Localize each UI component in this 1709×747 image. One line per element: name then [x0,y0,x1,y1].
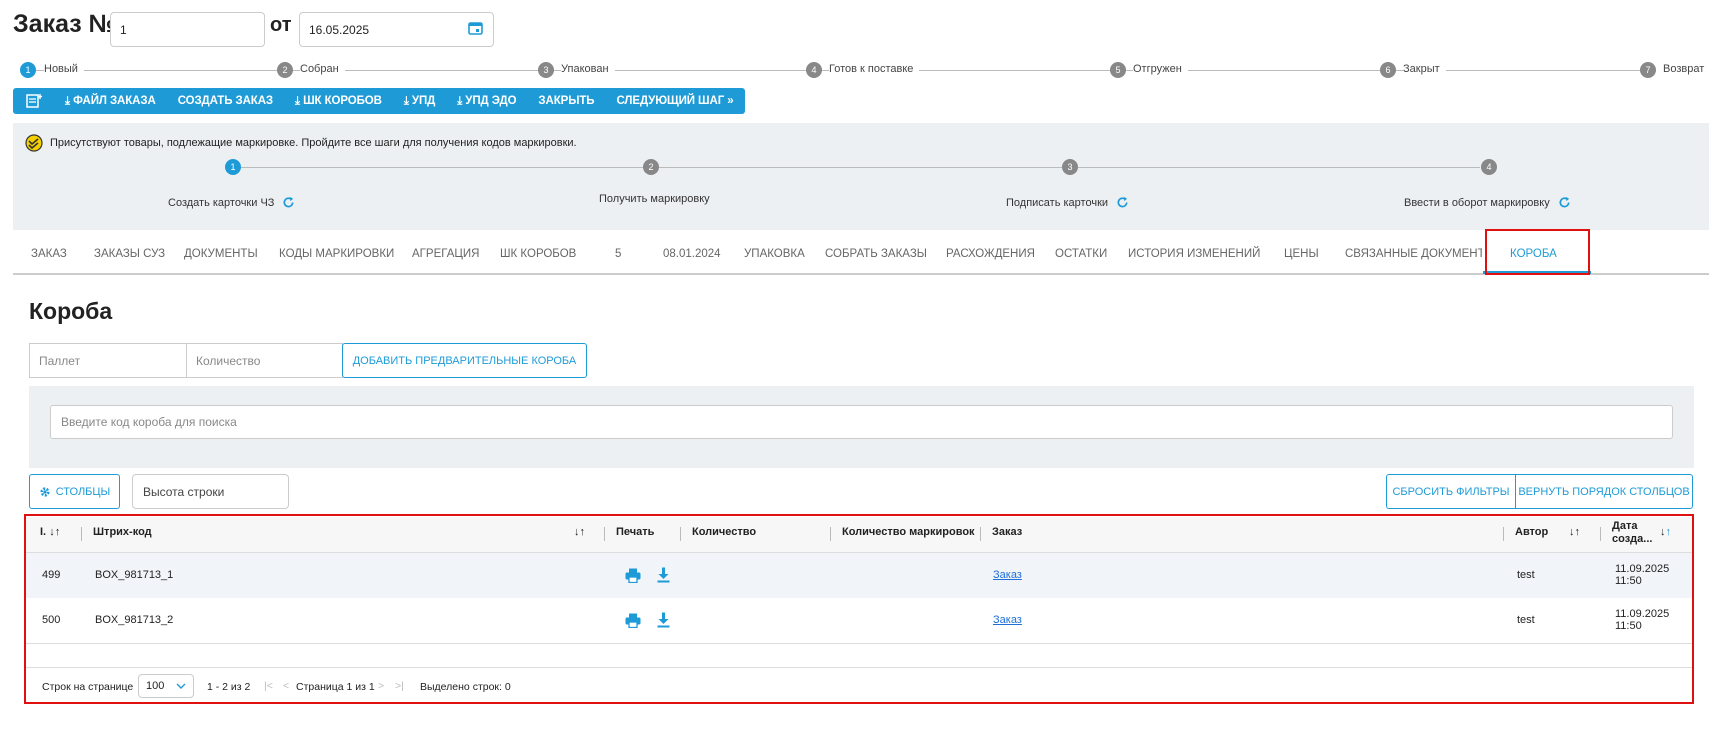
pallet-input[interactable]: Паллет [29,343,187,378]
add-preliminary-boxes-label: ДОБАВИТЬ ПРЕДВАРИТЕЛЬНЫЕ КОРОБА [352,354,577,367]
refresh-icon[interactable] [1116,196,1129,209]
reset-filters-label: СБРОСИТЬ ФИЛЬТРЫ [1392,485,1510,498]
gear-icon [40,486,50,497]
tab-prices[interactable]: ЦЕНЫ [1284,248,1319,260]
double-chevron-right-icon: » [724,95,734,107]
file-order-button[interactable]: ⤓ ФАЙЛ ЗАКАЗА [54,95,167,108]
order-number-field[interactable]: 1 [110,12,265,47]
tab-history[interactable]: ИСТОРИЯ ИЗМЕНЕНИЙ [1128,248,1260,260]
tab-related-docs[interactable]: СВЯЗАННЫЕ ДОКУМЕНТЫ [1345,248,1482,260]
tab-collect-orders[interactable]: СОБРАТЬ ЗАКАЗЫ [825,248,927,260]
tab-date[interactable]: 08.01.2024 [663,248,721,260]
marking-step-label: Подписать карточки [1006,196,1109,209]
status-step-ready: Готов к поставке [829,63,920,75]
next-step-label: СЛЕДУЮЩИЙ ШАГ [616,95,725,107]
marking-step-get-marks[interactable]: Получить маркировку [599,189,710,207]
status-step-closed: Закрыт [1403,63,1446,75]
restore-columns-label: ВЕРНУТЬ ПОРЯДОК СТОЛБЦОВ [1518,485,1690,498]
tab-suz-orders[interactable]: ЗАКАЗЫ СУЗ [94,248,165,260]
add-preliminary-boxes-button[interactable]: ДОБАВИТЬ ПРЕДВАРИТЕЛЬНЫЕ КОРОБА [342,343,587,378]
section-title: Короба [29,298,113,324]
download-icon: ⤓ [403,94,412,107]
page-title: Заказ № [13,10,117,38]
close-order-label: ЗАКРЫТЬ [538,95,595,107]
box-barcodes-button[interactable]: ⤓ ШК КОРОБОВ [284,95,393,108]
refresh-icon[interactable] [1558,196,1571,209]
order-date-value: 16.05.2025 [309,22,370,37]
tab-stock[interactable]: ОСТАТКИ [1055,248,1107,260]
status-step-new: Новый [44,63,84,75]
search-placeholder: Введите код короба для поиска [61,415,237,429]
status-step-shipped: Отгружен [1133,63,1188,75]
row-height-select[interactable]: Высота строки [132,474,289,509]
close-order-button[interactable]: ЗАКРЫТЬ [527,95,605,107]
box-barcodes-label: ШК КОРОБОВ [303,94,382,107]
reset-filters-button[interactable]: СБРОСИТЬ ФИЛЬТРЫ [1386,474,1516,509]
pallet-placeholder: Паллет [39,353,81,368]
tab-aggregation[interactable]: АГРЕГАЦИЯ [412,248,479,260]
status-step-3-number: 3 [538,62,554,78]
status-step-1-number: 1 [20,62,36,78]
marking-step-label: Создать карточки ЧЗ [168,196,275,209]
tab-order[interactable]: ЗАКАЗ [31,248,67,260]
box-search-input[interactable]: Введите код короба для поиска [50,405,1673,439]
columns-label: СТОЛБЦЫ [55,485,111,498]
tab-packing[interactable]: УПАКОВКА [744,248,805,260]
status-step-7-number: 7 [1640,62,1656,78]
upd-button[interactable]: ⤓ УПД [393,95,446,108]
marking-stepper-line [240,167,1480,168]
marking-step-sign-cards[interactable]: Подписать карточки [1006,196,1129,209]
next-step-button[interactable]: СЛЕДУЮЩИЙ ШАГ » [605,95,744,107]
create-order-label: СОЗДАТЬ ЗАКАЗ [177,95,274,107]
status-step-return: Возврат [1663,63,1705,75]
upd-edo-label: УПД ЭДО [465,94,517,107]
tab-marking-codes[interactable]: КОДЫ МАРКИРОВКИ [279,248,394,260]
order-toolbar: ⤓ ФАЙЛ ЗАКАЗА СОЗДАТЬ ЗАКАЗ ⤓ ШК КОРОБОВ… [13,88,745,114]
file-order-label: ФАЙЛ ЗАКАЗА [73,94,156,107]
upd-label: УПД [411,94,436,107]
tab-discrepancies[interactable]: РАСХОЖДЕНИЯ [946,248,1035,260]
row-height-label: Высота строки [143,484,225,499]
marking-step-create-cards[interactable]: Создать карточки ЧЗ [168,196,295,209]
create-order-button[interactable]: СОЗДАТЬ ЗАКАЗ [167,95,284,107]
status-step-collected: Собран [300,63,345,75]
status-step-packed: Упакован [561,63,615,75]
tab-box-barcodes[interactable]: ШК КОРОБОВ [500,248,576,260]
marking-step-4-number: 4 [1481,159,1497,175]
tab-documents[interactable]: ДОКУМЕНТЫ [184,248,258,260]
refresh-icon[interactable] [282,196,295,209]
document-add-icon[interactable] [26,94,42,108]
download-icon: ⤓ [65,94,74,107]
status-step-5-number: 5 [1110,62,1126,78]
quantity-placeholder: Количество [196,353,261,368]
upd-edo-button[interactable]: ⤓ УПД ЭДО [446,95,527,108]
highlight-box-tab [1485,229,1590,275]
marking-step-2-number: 2 [643,159,659,175]
calendar-icon[interactable] [468,21,483,35]
marking-step-1-number: 1 [225,159,241,175]
order-date-field[interactable]: 16.05.2025 [299,12,494,47]
from-label: от [270,14,292,36]
tab-5[interactable]: 5 [615,248,621,260]
order-number-value: 1 [120,22,127,37]
quantity-input[interactable]: Количество [186,343,343,378]
columns-button[interactable]: СТОЛБЦЫ [29,474,120,509]
marking-step-label: Получить маркировку [599,193,710,205]
status-step-6-number: 6 [1380,62,1396,78]
marking-step-introduce[interactable]: Ввести в оборот маркировку [1404,196,1571,209]
status-step-2-number: 2 [277,62,293,78]
highlight-box-table [24,514,1694,704]
status-step-4-number: 4 [806,62,822,78]
marking-step-label: Ввести в оборот маркировку [1404,196,1550,209]
marking-notice: Присутствуют товары, подлежащие маркиров… [50,137,577,149]
marking-step-3-number: 3 [1062,159,1078,175]
honest-sign-icon [25,134,43,152]
restore-columns-button[interactable]: ВЕРНУТЬ ПОРЯДОК СТОЛБЦОВ [1515,474,1693,509]
download-icon: ⤓ [295,94,304,107]
